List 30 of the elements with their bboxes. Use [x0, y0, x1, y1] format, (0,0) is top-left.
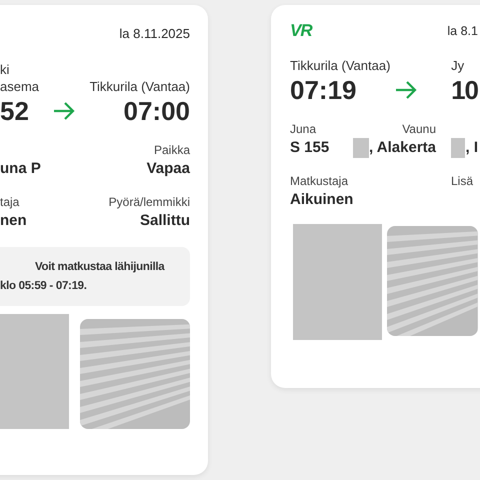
field-label: Paikka: [154, 142, 190, 159]
field-label: Vaunu: [402, 121, 436, 138]
date: la 8.1: [447, 24, 478, 38]
arrow-icon: [395, 81, 418, 99]
date: la 8.11.2025: [119, 26, 190, 40]
notice-text: Voit matkustaa lähijunilla klo 05:59 - 07:19.: [0, 260, 166, 294]
station-name: asema: [0, 78, 40, 95]
arrow-icon: [53, 102, 76, 120]
field-label: Lisä: [451, 173, 474, 190]
station-name: Tikkurila (Vantaa): [290, 57, 390, 74]
field-label: taja: [0, 194, 20, 211]
station-name: Jy: [451, 57, 464, 74]
field-label: Matkustaja: [290, 173, 350, 190]
field-value: Aikuinen: [290, 190, 354, 210]
field-value: , Alakerta: [369, 138, 436, 158]
departure-time: 52: [0, 95, 30, 127]
arrival-time: 10: [451, 74, 478, 106]
field-value: Sallittu: [140, 211, 190, 231]
field-label: Pyörä/lemmikki: [108, 194, 190, 211]
logo: VR: [290, 21, 312, 41]
station-name: ki: [0, 61, 10, 78]
field-value: nen: [0, 211, 27, 231]
station-name: Tikkurila (Vantaa): [90, 78, 190, 95]
field-label: Juna: [290, 121, 318, 138]
departure-time: 07:19: [290, 74, 358, 106]
field-value: , I: [465, 138, 478, 158]
field-value: una P: [0, 159, 41, 179]
arrival-time: 07:00: [123, 95, 190, 127]
field-value: Vapaa: [146, 159, 190, 179]
field-value: S 155: [290, 138, 330, 158]
